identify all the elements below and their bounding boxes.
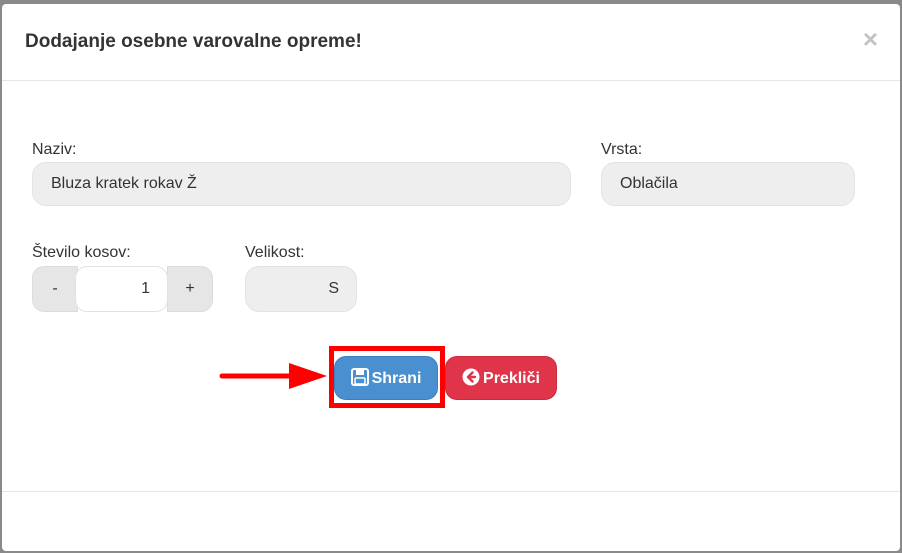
naziv-field[interactable]: Bluza kratek rokav Ž	[32, 162, 571, 206]
vrsta-label: Vrsta:	[601, 141, 643, 158]
cancel-label: Prekliči	[483, 370, 540, 387]
arrow-circle-left-icon	[462, 368, 480, 386]
increment-button[interactable]: +	[167, 266, 213, 312]
modal-header: Dodajanje osebne varovalne opreme! ×	[2, 4, 900, 81]
decrement-button[interactable]: -	[32, 266, 78, 312]
velikost-field[interactable]: S	[245, 266, 357, 312]
save-button-highlight	[329, 346, 445, 408]
modal-dialog: Dodajanje osebne varovalne opreme! × Naz…	[2, 4, 900, 551]
modal-title: Dodajanje osebne varovalne opreme!	[25, 31, 362, 52]
cancel-button[interactable]: Prekliči	[445, 356, 557, 400]
vrsta-field[interactable]: Oblačila	[601, 162, 855, 206]
modal-footer	[2, 491, 900, 552]
pointer-arrow	[219, 363, 327, 389]
close-icon[interactable]: ×	[863, 26, 878, 52]
stevilo-kosov-label: Število kosov:	[32, 244, 131, 261]
naziv-label: Naziv:	[32, 141, 77, 158]
velikost-label: Velikost:	[245, 244, 305, 261]
quantity-input[interactable]: 1	[75, 266, 168, 312]
